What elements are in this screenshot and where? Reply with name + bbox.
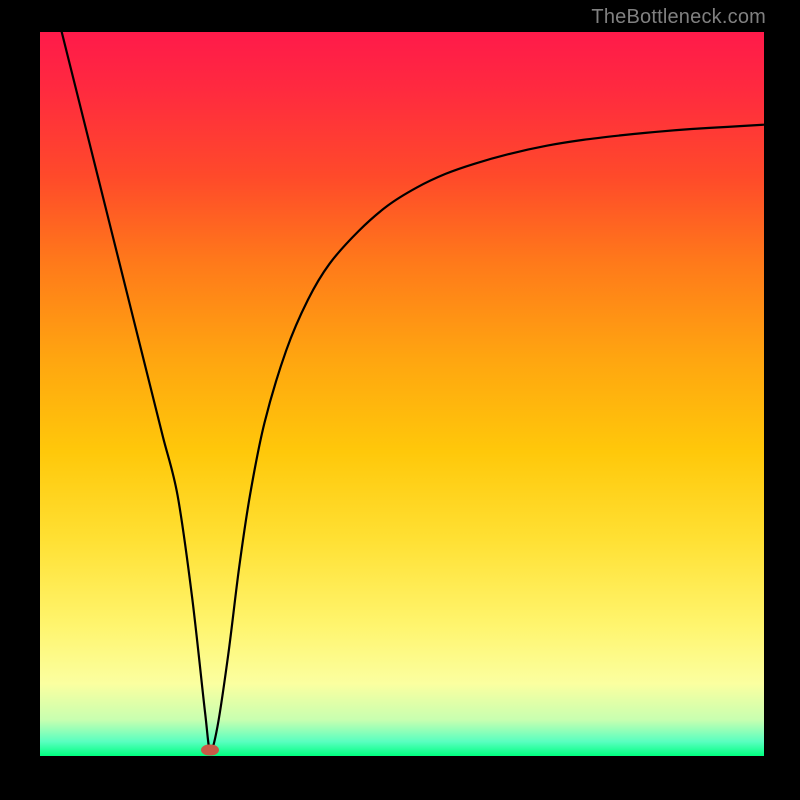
plot-area <box>40 32 764 756</box>
chart-frame: TheBottleneck.com <box>0 0 800 800</box>
bottleneck-curve <box>62 32 764 751</box>
watermark-text: TheBottleneck.com <box>591 6 766 29</box>
minimum-marker <box>201 745 219 756</box>
curve-svg <box>40 32 764 756</box>
